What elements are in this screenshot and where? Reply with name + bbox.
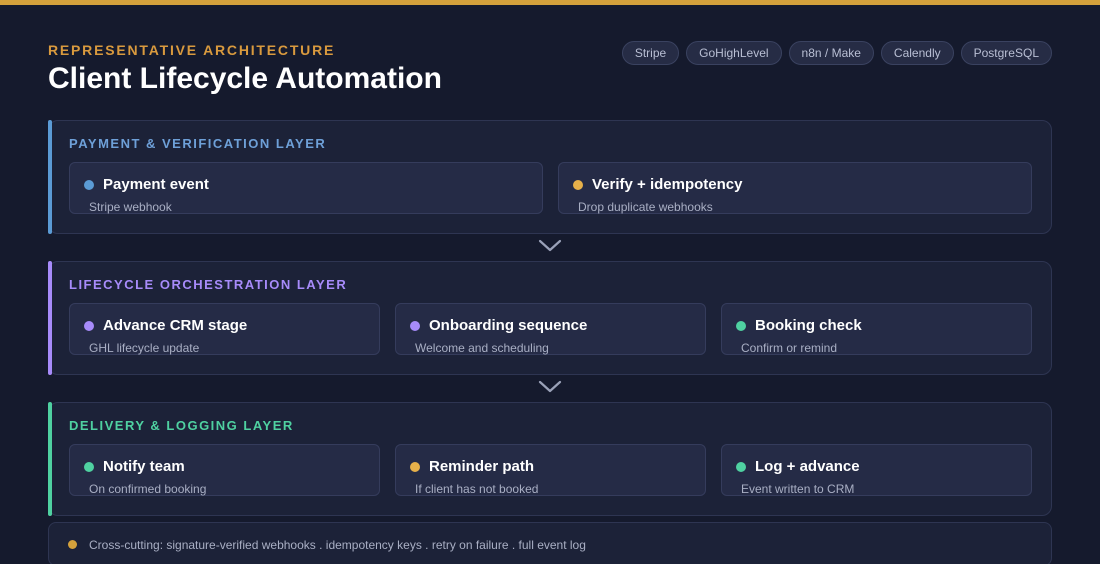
card-title: Advance CRM stage [103,317,248,334]
card-title: Notify team [103,458,185,475]
layer-title: LIFECYCLE ORCHESTRATION LAYER [69,277,348,292]
card-advance-crm-stage: Advance CRM stage GHL lifecycle update [69,303,380,355]
card-booking-check: Booking check Confirm or remind [721,303,1032,355]
status-dot [84,462,94,472]
card-notify-team: Notify team On confirmed booking [69,444,380,496]
layer-accent-bar [48,120,52,234]
card-log-advance: Log + advance Event written to CRM [721,444,1032,496]
status-dot [573,180,583,190]
card-subtitle: Drop duplicate webhooks [578,200,713,214]
card-title: Verify + idempotency [592,176,743,193]
top-accent-bar [0,0,1100,5]
cross-cutting-text: Cross-cutting: signature-verified webhoo… [89,538,586,552]
card-title: Onboarding sequence [429,317,588,334]
card-subtitle: GHL lifecycle update [89,341,200,355]
status-dot [410,321,420,331]
card-onboarding-sequence: Onboarding sequence Welcome and scheduli… [395,303,706,355]
card-verify-idempotency: Verify + idempotency Drop duplicate webh… [558,162,1032,214]
status-dot [736,462,746,472]
layer-lifecycle-orchestration: LIFECYCLE ORCHESTRATION LAYER Advance CR… [48,261,1052,375]
card-subtitle: Welcome and scheduling [415,341,549,355]
card-subtitle: Event written to CRM [741,482,855,496]
status-dot [736,321,746,331]
eyebrow-label: REPRESENTATIVE ARCHITECTURE [48,42,336,58]
card-title: Log + advance [755,458,860,475]
tech-chips: Stripe GoHighLevel n8n / Make Calendly P… [621,41,1052,65]
page-title: Client Lifecycle Automation [48,62,442,95]
layer-accent-bar [48,261,52,375]
chip-gohighlevel: GoHighLevel [686,41,782,65]
card-subtitle: If client has not booked [415,482,539,496]
layer-accent-bar [48,402,52,516]
card-subtitle: Confirm or remind [741,341,838,355]
card-payment-event: Payment event Stripe webhook [69,162,543,214]
chevron-down-icon [538,380,562,393]
card-title: Payment event [103,176,209,193]
card-subtitle: On confirmed booking [89,482,207,496]
chip-calendly: Calendly [880,41,954,65]
layer-payment-verification: PAYMENT & VERIFICATION LAYER Payment eve… [48,120,1052,234]
cross-cutting-footer: Cross-cutting: signature-verified webhoo… [48,522,1052,564]
status-dot [84,180,94,190]
layer-title: DELIVERY & LOGGING LAYER [69,418,294,433]
layer-delivery-logging: DELIVERY & LOGGING LAYER Notify team On … [48,402,1052,516]
status-dot [68,540,77,549]
card-subtitle: Stripe webhook [89,200,172,214]
chip-stripe: Stripe [621,41,680,65]
card-title: Reminder path [429,458,535,475]
card-title: Booking check [755,317,862,334]
layer-title: PAYMENT & VERIFICATION LAYER [69,136,327,151]
chip-n8n-make: n8n / Make [788,41,874,65]
card-reminder-path: Reminder path If client has not booked [395,444,706,496]
chevron-down-icon [538,239,562,252]
status-dot [410,462,420,472]
chip-postgresql: PostgreSQL [960,41,1052,65]
status-dot [84,321,94,331]
